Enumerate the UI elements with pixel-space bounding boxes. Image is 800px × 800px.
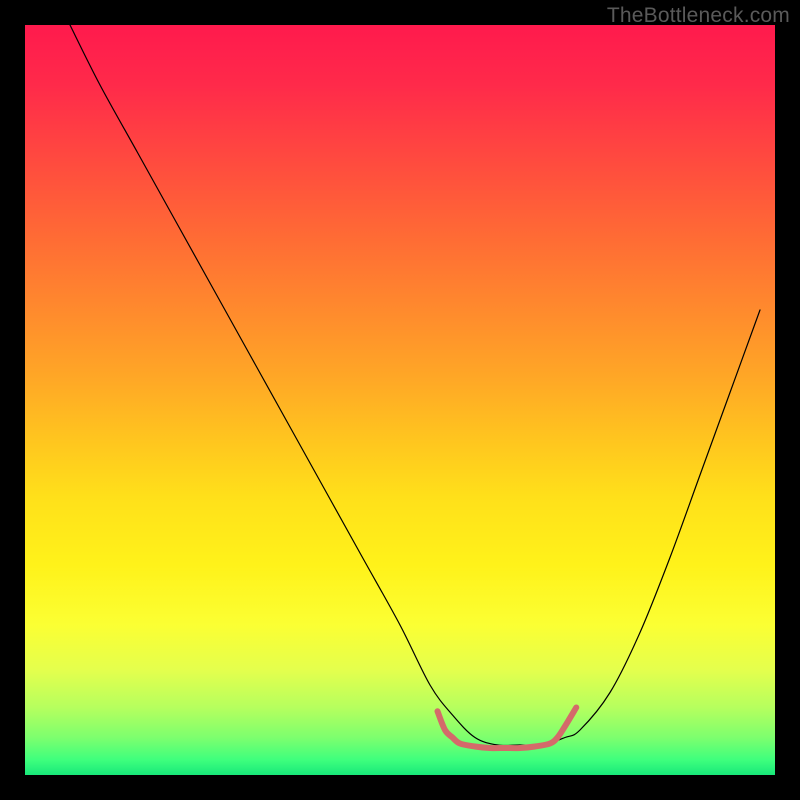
plot-area xyxy=(25,25,775,775)
series-optimal-zone-marker xyxy=(438,708,577,749)
chart-svg xyxy=(25,25,775,775)
series-bottleneck-curve xyxy=(70,25,760,746)
chart-frame: TheBottleneck.com xyxy=(0,0,800,800)
series-group xyxy=(70,25,760,748)
